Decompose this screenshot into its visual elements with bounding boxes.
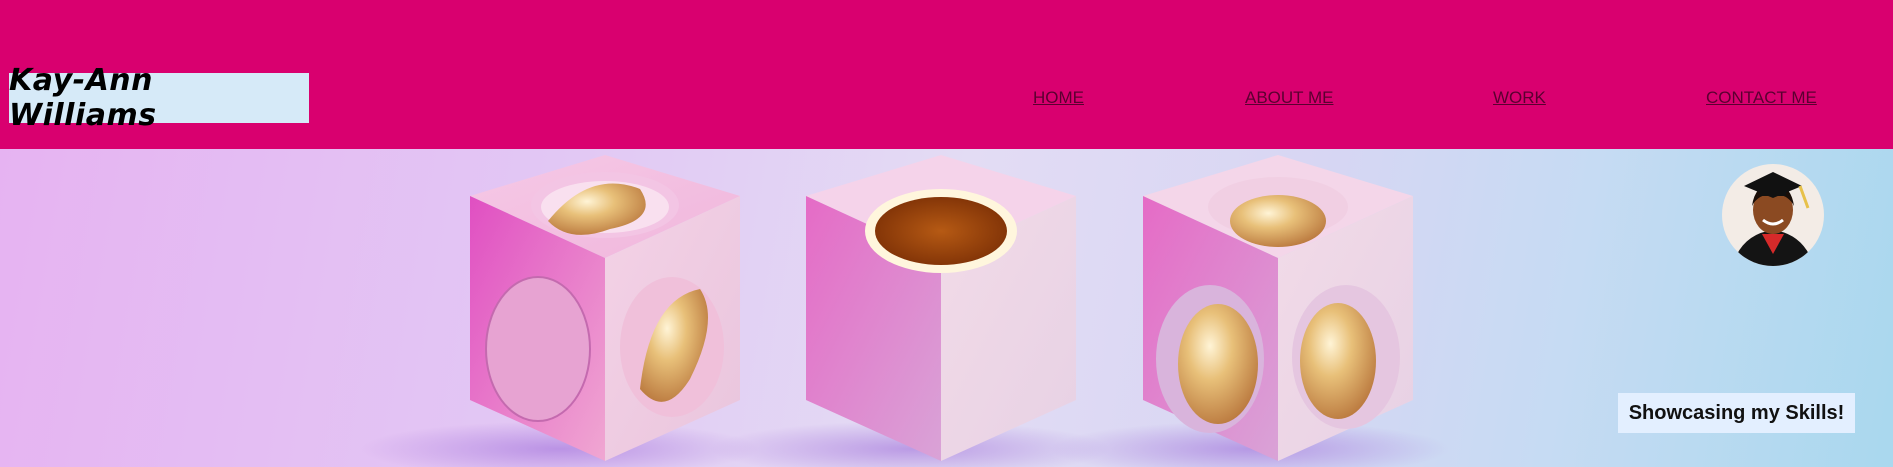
- nav-link-about-me[interactable]: ABOUT ME: [1245, 88, 1333, 112]
- cube-right: [1143, 155, 1413, 461]
- avatar-image: [1722, 164, 1824, 266]
- profile-avatar[interactable]: [1722, 164, 1824, 266]
- nav-link-home[interactable]: HOME: [1033, 88, 1084, 112]
- nav-link-contact-me[interactable]: CONTACT ME: [1706, 88, 1817, 112]
- site-header: Kay-Ann Williams HOME ABOUT ME WORK CONT…: [0, 0, 1893, 149]
- cube-middle: [806, 155, 1076, 461]
- nav-link-work[interactable]: WORK: [1493, 88, 1546, 112]
- brand-logo[interactable]: Kay-Ann Williams: [9, 63, 309, 133]
- hero-banner: Showcasing my Skills!: [0, 149, 1893, 467]
- hero-cubes-illustration: [360, 155, 1450, 467]
- hero-tagline: Showcasing my Skills!: [1618, 393, 1855, 433]
- cube-left: [470, 155, 740, 461]
